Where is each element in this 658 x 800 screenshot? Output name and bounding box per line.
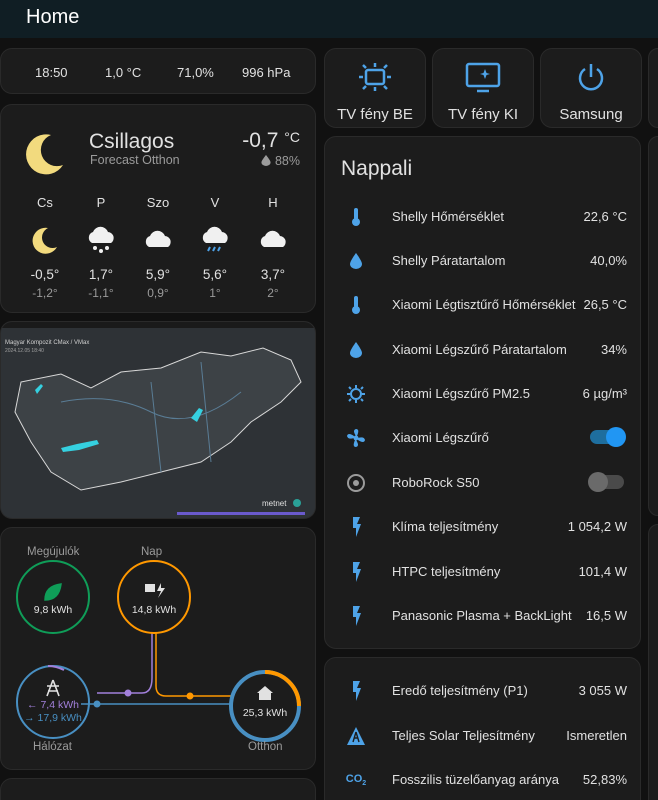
time-value: 18:50 — [35, 65, 68, 80]
samsung-power-button[interactable]: Samsung — [540, 48, 642, 128]
transmission-tower-icon — [347, 727, 365, 745]
tv-sparkle-icon — [465, 62, 501, 93]
current-humidity: 88% — [261, 154, 300, 168]
fan-icon — [347, 429, 365, 447]
projector-light-icon — [359, 63, 391, 91]
lower-card — [0, 778, 316, 800]
entity-row[interactable]: HTPC teljesítmény 101,4 W — [325, 557, 642, 587]
partial-card — [648, 136, 658, 516]
forecast-day: V 5,6° 1° — [193, 195, 237, 300]
map-timestamp: 2024.12.05 18:40 — [5, 348, 44, 354]
moon-icon — [32, 227, 57, 254]
co2-icon: CO2 — [345, 772, 367, 788]
forecast-day: Cs -0,5° -1,2° — [30, 195, 60, 300]
entity-row[interactable]: CO2 Fosszilis tüzelőanyag aránya 52,83% — [325, 765, 642, 795]
home-icon — [257, 686, 273, 700]
sensor-summary-card: 18:50 1,0 °C 71,0% 996 hPa — [0, 48, 316, 94]
entity-row[interactable]: Xiaomi Légszűrő Páratartalom 34% — [325, 335, 642, 365]
weather-forecast-card[interactable]: Csillagos Forecast Otthon -0,7 °C 88% Cs… — [0, 104, 316, 313]
flash-icon — [353, 517, 361, 537]
weather-source: Forecast Otthon — [90, 153, 180, 167]
robot-vacuum-toggle[interactable] — [588, 472, 624, 492]
page-title: Home — [26, 6, 80, 28]
entity-row[interactable]: Xiaomi Légtisztűrő Hőmérséklet 26,5 °C — [325, 290, 642, 320]
energy-flow-diagram — [16, 560, 301, 742]
water-percent-icon — [350, 253, 362, 269]
solar-power-icon — [145, 583, 165, 598]
water-percent-icon — [350, 342, 362, 358]
entity-row[interactable]: Panasonic Plasma + BackLight 16,5 W — [325, 601, 642, 631]
cloud-icon — [260, 230, 286, 247]
forecast-day: P 1,7° -1,1° — [79, 195, 123, 300]
entity-row[interactable]: RoboRock S50 — [325, 468, 642, 498]
snow-cloud-icon — [88, 226, 114, 253]
renewable-label: Megújulók — [27, 546, 80, 558]
map-brand: metnet — [262, 499, 287, 508]
partial-card — [648, 48, 658, 128]
button-label: TV fény KI — [447, 106, 519, 123]
radar-map-image — [1, 322, 315, 518]
moon-icon — [26, 134, 64, 175]
tv-light-on-button[interactable]: TV fény BE — [324, 48, 426, 128]
top-app-bar: Home — [0, 0, 658, 38]
air-purifier-toggle[interactable] — [590, 427, 626, 447]
forecast-day: H 3,7° 2° — [251, 195, 295, 300]
current-temperature: -0,7 °C — [242, 129, 300, 152]
thermometer-icon — [352, 296, 360, 314]
entity-row[interactable]: Shelly Hőmérséklet 22,6 °C — [325, 202, 642, 232]
grid-import-value: → 17,9 kWh — [24, 712, 82, 724]
entity-row[interactable]: Xiaomi Légszűrő PM2.5 6 µg/m³ — [325, 379, 642, 409]
power-entities-card: Eredő teljesítmény (P1) 3 055 W Teljes So… — [324, 657, 641, 800]
entity-row[interactable]: Klíma teljesítmény 1 054,2 W — [325, 512, 642, 542]
entity-row[interactable]: Teljes Solar Teljesítmény Ismeretlen — [325, 721, 642, 751]
card-title: Nappali — [341, 157, 413, 180]
nappali-entities-card: Nappali Shelly Hőmérséklet 22,6 °C Shelly… — [324, 136, 641, 649]
cloud-icon — [145, 230, 171, 247]
flash-icon — [353, 562, 361, 582]
virus-icon — [347, 385, 365, 403]
button-label: TV fény BE — [337, 106, 413, 123]
temperature-value: 1,0 °C — [105, 65, 142, 80]
humidity-value: 71,0% — [177, 65, 214, 80]
transmission-tower-icon — [46, 679, 60, 697]
radar-map-card[interactable]: Magyar Kompozit CMax / VMax 2024.12.05 1… — [0, 321, 316, 519]
entity-row[interactable]: Xiaomi Légszűrő — [325, 423, 642, 453]
energy-distribution-card[interactable]: Megújulók Nap 9,8 kWh 14,8 kWh ← 7,4 kWh… — [0, 527, 316, 770]
weather-condition: Csillagos — [89, 130, 175, 153]
map-caption: Magyar Kompozit CMax / VMax — [5, 340, 90, 346]
home-label: Otthon — [248, 741, 283, 753]
robot-vacuum-icon — [347, 474, 365, 492]
water-drop-icon — [261, 155, 271, 166]
button-label: Samsung — [559, 106, 623, 123]
pressure-value: 996 hPa — [242, 65, 291, 80]
home-value: 25,3 kWh — [242, 707, 288, 719]
forecast-day: Szo 5,9° 0,9° — [136, 195, 180, 300]
flash-icon — [353, 681, 361, 701]
solar-value: 14,8 kWh — [131, 604, 177, 616]
leaf-icon — [44, 583, 62, 601]
power-icon — [578, 64, 604, 91]
thermometer-icon — [352, 208, 360, 226]
solar-label: Nap — [141, 546, 163, 558]
grid-export-value: ← 7,4 kWh — [27, 699, 79, 711]
partial-card — [648, 524, 658, 800]
rain-cloud-icon — [202, 226, 228, 252]
flash-icon — [353, 606, 361, 626]
grid-label: Hálózat — [33, 741, 72, 753]
entity-row[interactable]: Shelly Páratartalom 40,0% — [325, 246, 642, 276]
renewable-value: 9,8 kWh — [33, 604, 73, 616]
tv-light-off-button[interactable]: TV fény KI — [432, 48, 534, 128]
entity-row[interactable]: Eredő teljesítmény (P1) 3 055 W — [325, 676, 642, 706]
